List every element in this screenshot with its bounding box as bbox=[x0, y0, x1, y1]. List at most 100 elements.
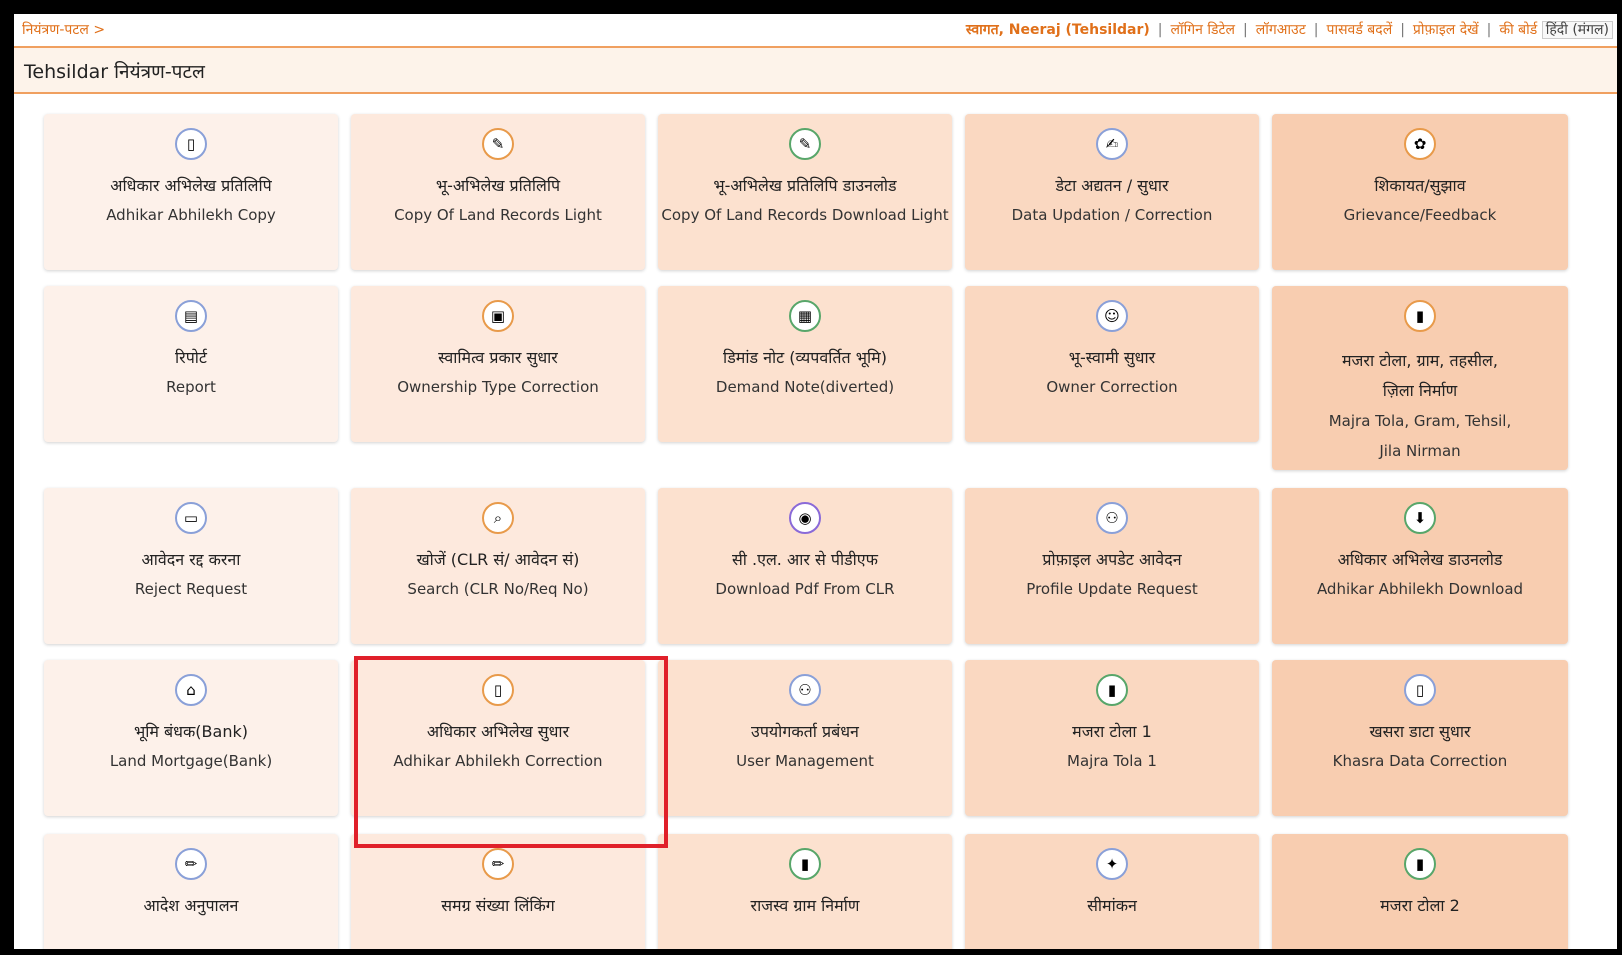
tile-label-en: Majra Tola, Gram, Tehsil, Jila Nirman bbox=[1272, 406, 1568, 466]
tile-search-clr[interactable]: ⌕ खोजें (CLR सं/ आवेदन सं) Search (CLR N… bbox=[351, 488, 645, 644]
tile-user-management[interactable]: ⚇ उपयोगकर्ता प्रबंधन User Management bbox=[658, 660, 952, 816]
pen-paper-icon: ✎ bbox=[789, 128, 821, 160]
tile-label-hi: खसरा डाटा सुधार bbox=[1369, 722, 1471, 741]
tile-label-en: Search (CLR No/Req No) bbox=[407, 580, 589, 598]
tile-label-en: Copy Of Land Records Light bbox=[394, 206, 602, 224]
pencil-icon: ✏ bbox=[175, 848, 207, 880]
tile-label-hi: रिपोर्ट bbox=[175, 348, 207, 367]
edit-icon: ✍ bbox=[1096, 128, 1128, 160]
tile-majra-tola-nirman[interactable]: ▮ मजरा टोला, ग्राम, तहसील, ज़िला निर्माण… bbox=[1272, 286, 1568, 470]
tile-download-pdf-clr[interactable]: ◉ सी .एल. आर से पीडीएफ Download Pdf From… bbox=[658, 488, 952, 644]
tile-profile-update-request[interactable]: ⚇ प्रोफ़ाइल अपडेट आवेदन Profile Update R… bbox=[965, 488, 1259, 644]
tile-label-hi: भू-स्वामी सुधार bbox=[1068, 348, 1156, 367]
tile-label-en: Land Mortgage(Bank) bbox=[109, 752, 273, 770]
bank-icon: ⌂ bbox=[175, 674, 207, 706]
tile-label-en: Adhikar Abhilekh Download bbox=[1316, 580, 1524, 598]
welcome-user: स्वागत, Neeraj (Tehsildar) bbox=[965, 22, 1150, 38]
tile-label-hi: आदेश अनुपालन bbox=[143, 896, 239, 915]
book-icon: ▮ bbox=[1096, 674, 1128, 706]
tile-label-hi: सीमांकन bbox=[1087, 896, 1137, 915]
tile-label-hi: उपयोगकर्ता प्रबंधन bbox=[751, 722, 859, 741]
search-icon: ⌕ bbox=[482, 502, 514, 534]
tile-khasra-data-correction[interactable]: ▯ खसरा डाटा सुधार Khasra Data Correction bbox=[1272, 660, 1568, 816]
book-icon: ▮ bbox=[1404, 848, 1436, 880]
users-icon: ⚇ bbox=[1096, 502, 1128, 534]
tile-label-en: Adhikar Abhilekh Copy bbox=[106, 206, 276, 224]
tile-label-hi: भूमि बंधक(Bank) bbox=[134, 722, 248, 741]
tile-label-hi: सी .एल. आर से पीडीएफ bbox=[731, 550, 878, 569]
tile-owner-correction[interactable]: ☺ भू-स्वामी सुधार Owner Correction bbox=[965, 286, 1259, 442]
tile-label-hi: शिकायत/सुझाव bbox=[1374, 176, 1466, 195]
document-icon: ▯ bbox=[1404, 674, 1436, 706]
book-icon: ▮ bbox=[789, 848, 821, 880]
tile-label-en: Demand Note(diverted) bbox=[715, 378, 895, 396]
owner-icon: ☺ bbox=[1096, 300, 1128, 332]
tile-demarcation[interactable]: ✦ सीमांकन bbox=[965, 834, 1259, 949]
keyboard-link[interactable]: की बोर्ड bbox=[1499, 22, 1537, 38]
clipboard-icon: ▣ bbox=[482, 300, 514, 332]
compass-icon: ✦ bbox=[1096, 848, 1128, 880]
pen-paper-icon: ✎ bbox=[482, 128, 514, 160]
top-bar: नियंत्रण-पटल > स्वागत, Neeraj (Tehsildar… bbox=[14, 14, 1617, 48]
language-select[interactable]: हिंदी (मंगल) bbox=[1541, 21, 1613, 39]
tile-label-en: Data Updation / Correction bbox=[1011, 206, 1213, 224]
tile-label-hi: भू-अभिलेख प्रतिलिपि डाउनलोड bbox=[713, 176, 897, 195]
tile-label-en: Khasra Data Correction bbox=[1332, 752, 1508, 770]
tile-label-en: Owner Correction bbox=[1046, 378, 1178, 396]
logout-link[interactable]: लॉगआउट bbox=[1256, 22, 1306, 38]
tile-report[interactable]: ▤ रिपोर्ट Report bbox=[44, 286, 338, 442]
tile-label-hi: डिमांड नोट (व्यपवर्तित भूमि) bbox=[723, 348, 887, 367]
tile-revenue-village-nirman[interactable]: ▮ राजस्व ग्राम निर्माण bbox=[658, 834, 952, 949]
tile-label-en-line1: Majra Tola, Gram, Tehsil, bbox=[1328, 412, 1512, 430]
tile-reject-request[interactable]: ▭ आवेदन रद्द करना Reject Request bbox=[44, 488, 338, 644]
tile-label-hi: प्रोफ़ाइल अपडेट आवेदन bbox=[1042, 550, 1182, 569]
report-icon: ▤ bbox=[175, 300, 207, 332]
tile-label-hi: खोजें (CLR सं/ आवेदन सं) bbox=[416, 550, 580, 569]
tile-grievance-feedback[interactable]: ✿ शिकायत/सुझाव Grievance/Feedback bbox=[1272, 114, 1568, 270]
tile-label-en: Download Pdf From CLR bbox=[715, 580, 895, 598]
window-frame: नियंत्रण-पटल > स्वागत, Neeraj (Tehsildar… bbox=[0, 0, 1622, 955]
top-links: स्वागत, Neeraj (Tehsildar) | लॉगिन डिटेल | ल… bbox=[966, 20, 1613, 39]
tile-samagra-linking[interactable]: ✏ समग्र संख्या लिंकिंग bbox=[351, 834, 645, 949]
page: नियंत्रण-पटल > स्वागत, Neeraj (Tehsildar… bbox=[14, 14, 1617, 949]
change-password-link[interactable]: पासवर्ड बदलें bbox=[1327, 22, 1393, 38]
tile-copy-land-records-download[interactable]: ✎ भू-अभिलेख प्रतिलिपि डाउनलोड Copy Of La… bbox=[658, 114, 952, 270]
tile-demand-note[interactable]: ▦ डिमांड नोट (व्यपवर्तित भूमि) Demand No… bbox=[658, 286, 952, 442]
login-details-link[interactable]: लॉगिन डिटेल bbox=[1171, 22, 1236, 38]
users-icon: ⚇ bbox=[789, 674, 821, 706]
tile-label-en: Reject Request bbox=[134, 580, 248, 598]
tile-label-en: Profile Update Request bbox=[1026, 580, 1198, 598]
tile-label-hi-line1: मजरा टोला, ग्राम, तहसील, bbox=[1341, 351, 1498, 370]
tile-adhikar-abhilekh-copy[interactable]: ▯ अधिकार अभिलेख प्रतिलिपि Adhikar Abhile… bbox=[44, 114, 338, 270]
view-profile-link[interactable]: प्रोफ़ाइल देखें bbox=[1413, 22, 1479, 38]
tile-data-updation[interactable]: ✍ डेटा अद्यतन / सुधार Data Updation / Co… bbox=[965, 114, 1259, 270]
tile-label-en: Report bbox=[166, 378, 216, 396]
tile-label-hi-line2: ज़िला निर्माण bbox=[1382, 381, 1458, 400]
feedback-icon: ✿ bbox=[1404, 128, 1436, 160]
tile-majra-tola-1[interactable]: ▮ मजरा टोला 1 Majra Tola 1 bbox=[965, 660, 1259, 816]
tile-land-mortgage-bank[interactable]: ⌂ भूमि बंधक(Bank) Land Mortgage(Bank) bbox=[44, 660, 338, 816]
document-icon: ▯ bbox=[175, 128, 207, 160]
tile-majra-tola-2[interactable]: ▮ मजरा टोला 2 bbox=[1272, 834, 1568, 949]
tile-label-hi: भू-अभिलेख प्रतिलिपि bbox=[435, 176, 561, 195]
tile-label-hi: डेटा अद्यतन / सुधार bbox=[1055, 176, 1169, 195]
tile-label-hi: अधिकार अभिलेख डाउनलोड bbox=[1337, 550, 1503, 569]
tile-label-hi: मजरा टोला 1 bbox=[1072, 722, 1152, 741]
tile-adhikar-abhilekh-download[interactable]: ⬇ अधिकार अभिलेख डाउनलोड Adhikar Abhilekh… bbox=[1272, 488, 1568, 644]
tile-label-en: Majra Tola 1 bbox=[1067, 752, 1157, 770]
book-icon: ▮ bbox=[1404, 300, 1436, 332]
pencil-icon: ✏ bbox=[482, 848, 514, 880]
tile-label-hi: समग्र संख्या लिंकिंग bbox=[441, 896, 555, 915]
breadcrumb[interactable]: नियंत्रण-पटल > bbox=[22, 20, 105, 39]
tile-ownership-type-correction[interactable]: ▣ स्वामित्व प्रकार सुधार Ownership Type … bbox=[351, 286, 645, 442]
tile-label-hi: अधिकार अभिलेख प्रतिलिपि bbox=[110, 176, 272, 195]
tile-label-hi: आवेदन रद्द करना bbox=[141, 550, 241, 569]
tile-copy-land-records-light[interactable]: ✎ भू-अभिलेख प्रतिलिपि Copy Of Land Recor… bbox=[351, 114, 645, 270]
tile-label-hi: मजरा टोला 2 bbox=[1380, 896, 1460, 915]
tile-label-hi: स्वामित्व प्रकार सुधार bbox=[438, 348, 558, 367]
tile-order-compliance[interactable]: ✏ आदेश अनुपालन bbox=[44, 834, 338, 949]
tile-label-en: Copy Of Land Records Download Light bbox=[661, 206, 949, 224]
download-icon: ⬇ bbox=[1404, 502, 1436, 534]
tile-label-en: User Management bbox=[736, 752, 874, 770]
tile-label-en: Grievance/Feedback bbox=[1343, 206, 1497, 224]
